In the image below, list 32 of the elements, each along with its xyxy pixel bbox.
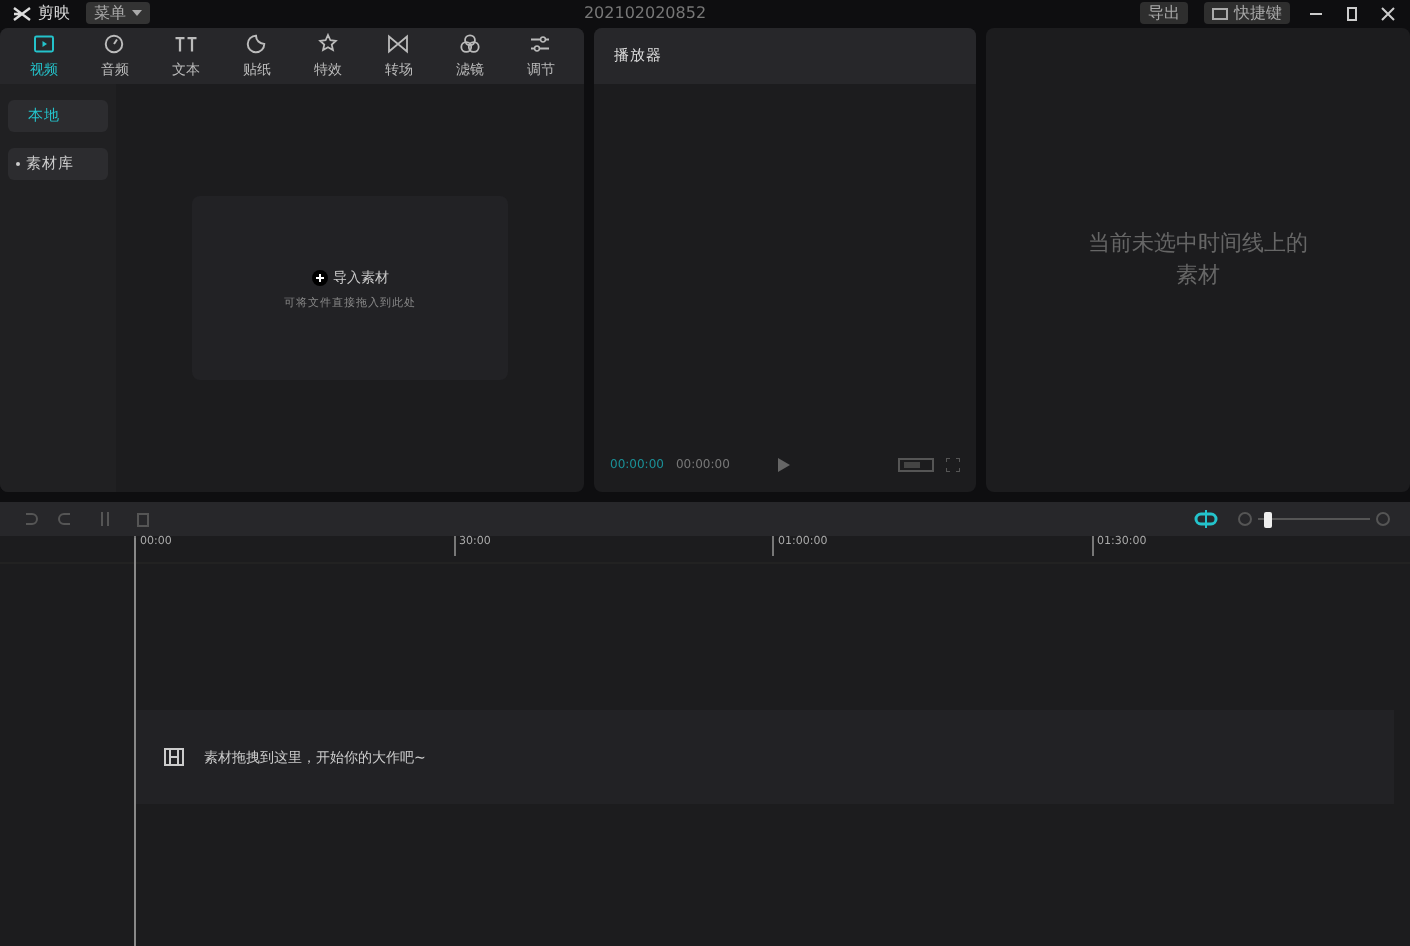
- maximize-icon[interactable]: [1342, 3, 1362, 23]
- effects-icon: [315, 32, 340, 56]
- close-icon[interactable]: [1378, 3, 1398, 23]
- text-icon: [173, 32, 198, 56]
- zoom-slider-thumb[interactable]: [1263, 511, 1272, 527]
- transition-icon: [386, 32, 411, 56]
- aspect-ratio-icon[interactable]: [898, 457, 934, 471]
- zoom-in-icon[interactable]: [1376, 512, 1390, 526]
- inspector-empty-text: 当前未选中时间线上的素材: [1088, 228, 1308, 292]
- fullscreen-icon[interactable]: [946, 457, 960, 471]
- app-logo-icon: [12, 5, 32, 21]
- caret-icon: [132, 9, 142, 17]
- keyboard-icon: [1212, 7, 1228, 19]
- filter-icon: [457, 32, 482, 56]
- split-icon[interactable]: [96, 510, 114, 528]
- sticker-icon: [244, 32, 269, 56]
- play-icon[interactable]: [777, 457, 790, 471]
- video-icon: [31, 32, 56, 56]
- delete-icon[interactable]: [134, 510, 152, 528]
- audio-icon: [102, 32, 127, 56]
- app-name: 剪映: [38, 2, 70, 24]
- zoom-slider[interactable]: [1238, 509, 1390, 529]
- plus-icon: [311, 269, 327, 285]
- link-icon[interactable]: [1194, 510, 1218, 528]
- redo-icon[interactable]: [58, 510, 76, 528]
- project-title: 202102020852: [581, 4, 709, 22]
- export-button[interactable]: 导出: [1140, 2, 1188, 24]
- zoom-out-icon[interactable]: [1238, 512, 1252, 526]
- undo-icon[interactable]: [20, 510, 38, 528]
- menu-button[interactable]: 菜单: [86, 2, 150, 24]
- shortcuts-button[interactable]: 快捷键: [1204, 2, 1290, 24]
- film-icon: [164, 748, 184, 766]
